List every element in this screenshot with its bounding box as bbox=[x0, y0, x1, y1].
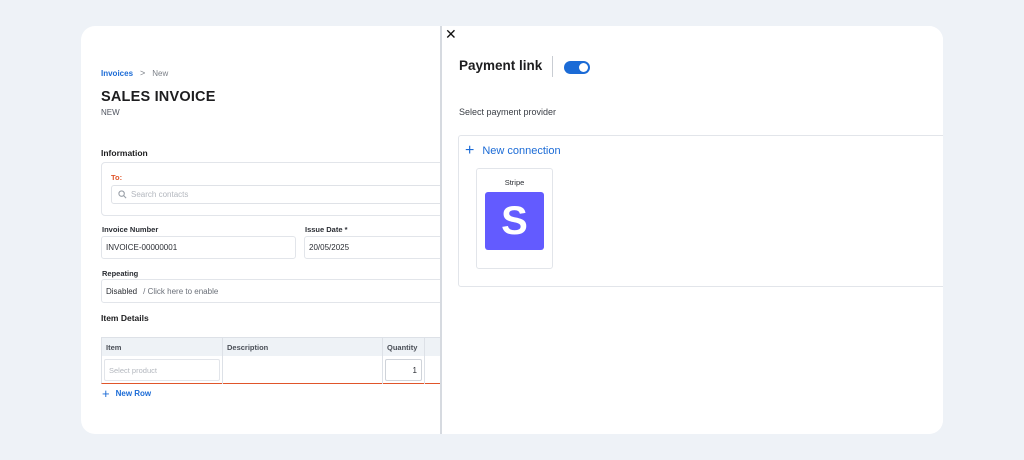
to-section: To: Search contacts bbox=[101, 162, 451, 216]
app-card: Invoices > New SALES INVOICE NEW Informa… bbox=[81, 26, 943, 434]
provider-card-stripe[interactable]: Stripe S bbox=[476, 168, 553, 269]
select-product-input[interactable]: Select product bbox=[104, 359, 220, 381]
invoice-number-field[interactable]: INVOICE-00000001 bbox=[101, 236, 296, 259]
quantity-input[interactable]: 1 bbox=[385, 359, 422, 381]
page-title: SALES INVOICE bbox=[101, 89, 216, 105]
issue-date-label: Issue Date * bbox=[305, 225, 348, 234]
column-description: Description bbox=[223, 338, 383, 356]
invoice-form: Invoices > New SALES INVOICE NEW Informa… bbox=[81, 26, 451, 434]
contact-search-input[interactable]: Search contacts bbox=[111, 185, 451, 204]
new-connection-label: New connection bbox=[482, 145, 561, 157]
item-cell: Select product bbox=[102, 356, 223, 384]
provider-label: Select payment provider bbox=[459, 107, 557, 117]
table-header: Item Description Quantity bbox=[102, 338, 445, 356]
plus-icon: + bbox=[465, 142, 475, 159]
item-details-heading: Item Details bbox=[101, 313, 149, 323]
quantity-cell: 1 bbox=[383, 356, 425, 384]
repeating-label: Repeating bbox=[102, 269, 139, 278]
information-heading: Information bbox=[101, 148, 148, 158]
table-row: Select product 1 bbox=[102, 356, 445, 384]
toggle-knob bbox=[579, 63, 588, 72]
to-label: To: bbox=[111, 173, 123, 182]
invoice-number-label: Invoice Number bbox=[102, 225, 159, 234]
title-divider bbox=[552, 56, 553, 77]
column-item: Item bbox=[102, 338, 223, 356]
repeating-enable-hint[interactable]: / Click here to enable bbox=[143, 287, 218, 296]
issue-date-field[interactable]: 20/05/2025 bbox=[304, 236, 446, 259]
item-details-table: Item Description Quantity Select product… bbox=[101, 337, 446, 384]
chevron-right-icon: > bbox=[140, 68, 146, 78]
new-row-label: New Row bbox=[115, 389, 152, 398]
new-connection-button[interactable]: + New connection bbox=[465, 143, 561, 159]
breadcrumb: Invoices > New bbox=[101, 68, 168, 78]
new-row-button[interactable]: + New Row bbox=[102, 387, 151, 400]
breadcrumb-current: New bbox=[152, 68, 169, 78]
payment-link-toggle[interactable] bbox=[564, 61, 590, 74]
repeating-toggle-field[interactable]: Disabled / Click here to enable bbox=[101, 279, 446, 303]
close-icon[interactable]: ✕ bbox=[445, 27, 457, 41]
provider-list: + New connection Stripe S bbox=[458, 135, 943, 287]
invoice-status: NEW bbox=[101, 108, 120, 117]
breadcrumb-invoices-link[interactable]: Invoices bbox=[101, 69, 133, 78]
payment-link-panel: ✕ Payment link Select payment provider +… bbox=[440, 26, 943, 434]
search-icon bbox=[118, 190, 127, 199]
description-input[interactable] bbox=[223, 356, 383, 384]
repeating-state: Disabled bbox=[106, 286, 138, 296]
stripe-logo-icon: S bbox=[485, 192, 544, 250]
provider-name: Stripe bbox=[504, 178, 525, 187]
contact-search-placeholder: Search contacts bbox=[131, 190, 189, 199]
plus-icon: + bbox=[102, 386, 110, 401]
column-quantity: Quantity bbox=[383, 338, 425, 356]
panel-title: Payment link bbox=[459, 58, 543, 73]
